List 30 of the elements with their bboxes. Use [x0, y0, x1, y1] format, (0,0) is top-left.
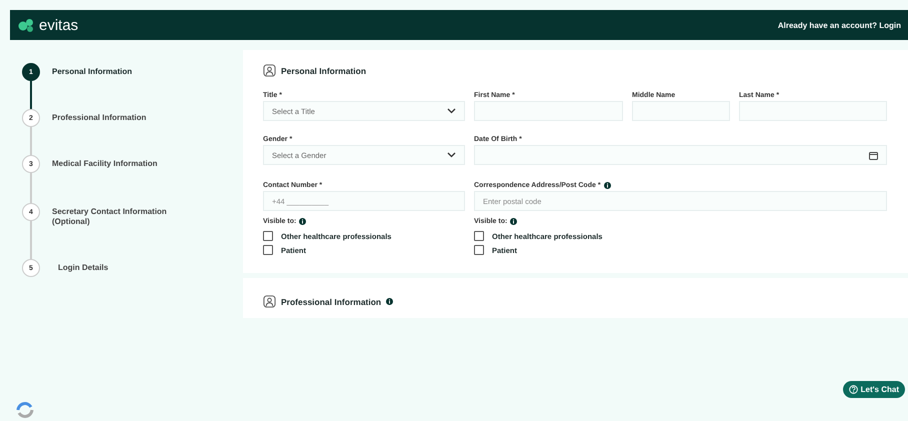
middle-name-field[interactable]	[632, 101, 730, 121]
person-icon	[263, 295, 276, 308]
checkbox[interactable]	[263, 231, 273, 241]
info-icon	[604, 182, 611, 188]
section-title: Professional Information	[281, 296, 382, 306]
last-name-field[interactable]	[739, 101, 887, 121]
step-label[interactable]: Login Details	[52, 259, 192, 273]
checkbox[interactable]	[474, 245, 484, 255]
calendar-icon	[869, 150, 878, 160]
help-icon	[848, 385, 858, 394]
info-icon	[510, 218, 518, 224]
checkbox[interactable]	[474, 231, 484, 241]
checkbox[interactable]	[263, 245, 273, 255]
recaptcha-icon	[14, 401, 36, 419]
chat-button[interactable]: Let's Chat	[842, 381, 905, 398]
first-name-field[interactable]	[474, 101, 623, 121]
info-icon	[299, 218, 306, 224]
chevron-down-icon	[447, 152, 456, 158]
person-icon	[263, 64, 276, 77]
info-icon	[386, 298, 394, 305]
login-link[interactable]: Already have an account? Login	[778, 20, 901, 30]
step-label[interactable]: Professional Information	[52, 109, 192, 123]
step-label[interactable]: Secretary Contact Information (Optional)	[52, 203, 192, 226]
step-label[interactable]: Personal Information	[52, 63, 192, 77]
step-label[interactable]: Medical Facility Information	[52, 155, 192, 169]
date-of-birth-field[interactable]	[474, 145, 887, 165]
logo-text: evitas	[39, 18, 78, 32]
logo-icon	[18, 18, 36, 32]
chevron-down-icon	[447, 108, 456, 114]
section-title: Personal Information	[281, 66, 366, 76]
